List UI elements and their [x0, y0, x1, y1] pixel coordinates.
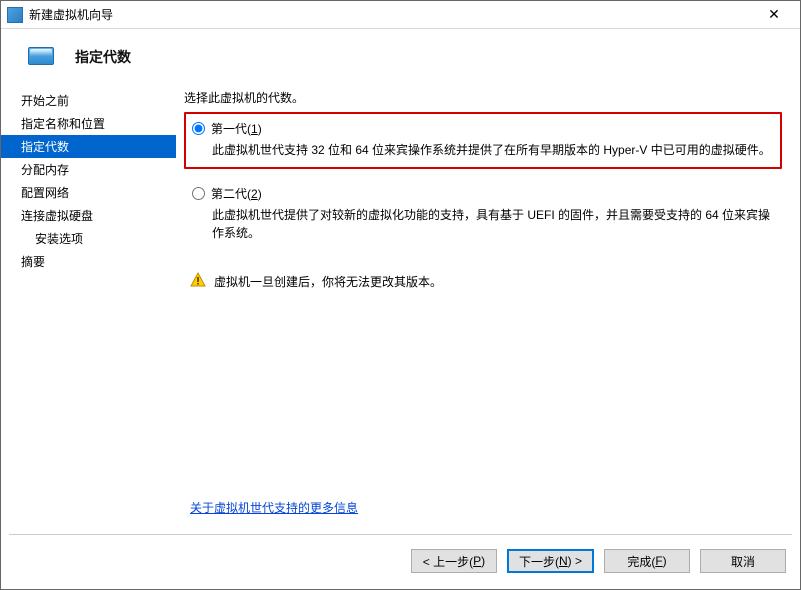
sidebar-item-name-location[interactable]: 指定名称和位置: [1, 112, 176, 135]
next-button[interactable]: 下一步(N) >: [507, 549, 594, 573]
wizard-steps-sidebar: 开始之前 指定名称和位置 指定代数 分配内存 配置网络 连接虚拟硬盘 安装选项 …: [1, 81, 176, 534]
generation-1-option: 第一代(1) 此虚拟机世代支持 32 位和 64 位来宾操作系统并提供了在所有早…: [184, 112, 782, 169]
cancel-button[interactable]: 取消: [700, 549, 786, 573]
window-title: 新建虚拟机向导: [29, 6, 754, 23]
generation-2-option: 第二代(2) 此虚拟机世代提供了对较新的虚拟化功能的支持，具有基于 UEFI 的…: [184, 177, 782, 252]
wizard-main: 选择此虚拟机的代数。 第一代(1) 此虚拟机世代支持 32 位和 64 位来宾操…: [176, 81, 800, 534]
wizard-footer: < 上一步(P) 下一步(N) > 完成(F) 取消: [1, 535, 800, 589]
wizard-body: 开始之前 指定名称和位置 指定代数 分配内存 配置网络 连接虚拟硬盘 安装选项 …: [1, 81, 800, 534]
generation-prompt: 选择此虚拟机的代数。: [184, 89, 782, 106]
generation-1-radio[interactable]: [192, 122, 205, 135]
warning-icon: [190, 272, 206, 288]
page-title: 指定代数: [75, 47, 131, 67]
generation-1-label[interactable]: 第一代(1): [211, 120, 262, 137]
titlebar: 新建虚拟机向导 ✕: [1, 1, 800, 29]
sidebar-item-summary[interactable]: 摘要: [1, 250, 176, 273]
monitor-icon: [25, 45, 59, 69]
generation-2-radio[interactable]: [192, 187, 205, 200]
sidebar-item-network[interactable]: 配置网络: [1, 181, 176, 204]
sidebar-item-before-begin[interactable]: 开始之前: [1, 89, 176, 112]
close-icon: ✕: [768, 6, 780, 23]
sidebar-item-memory[interactable]: 分配内存: [1, 158, 176, 181]
back-button[interactable]: < 上一步(P): [411, 549, 497, 573]
generation-2-desc: 此虚拟机世代提供了对较新的虚拟化功能的支持，具有基于 UEFI 的固件，并且需要…: [212, 206, 774, 242]
finish-button[interactable]: 完成(F): [604, 549, 690, 573]
wizard-header: 指定代数: [1, 29, 800, 81]
sidebar-item-generation[interactable]: 指定代数: [1, 135, 176, 158]
more-info-row: 关于虚拟机世代支持的更多信息: [184, 487, 782, 526]
sidebar-item-install-options[interactable]: 安装选项: [1, 227, 176, 250]
app-icon: [7, 7, 23, 23]
generation-1-desc: 此虚拟机世代支持 32 位和 64 位来宾操作系统并提供了在所有早期版本的 Hy…: [212, 141, 774, 159]
more-info-link[interactable]: 关于虚拟机世代支持的更多信息: [190, 501, 358, 515]
generation-2-label[interactable]: 第二代(2): [211, 185, 262, 202]
warning-row: 虚拟机一旦创建后，你将无法更改其版本。: [184, 272, 782, 290]
sidebar-item-vhd[interactable]: 连接虚拟硬盘: [1, 204, 176, 227]
wizard-window: 新建虚拟机向导 ✕ 指定代数 开始之前 指定名称和位置 指定代数 分配内存 配置…: [0, 0, 801, 590]
close-button[interactable]: ✕: [754, 1, 794, 29]
warning-text: 虚拟机一旦创建后，你将无法更改其版本。: [214, 272, 442, 290]
